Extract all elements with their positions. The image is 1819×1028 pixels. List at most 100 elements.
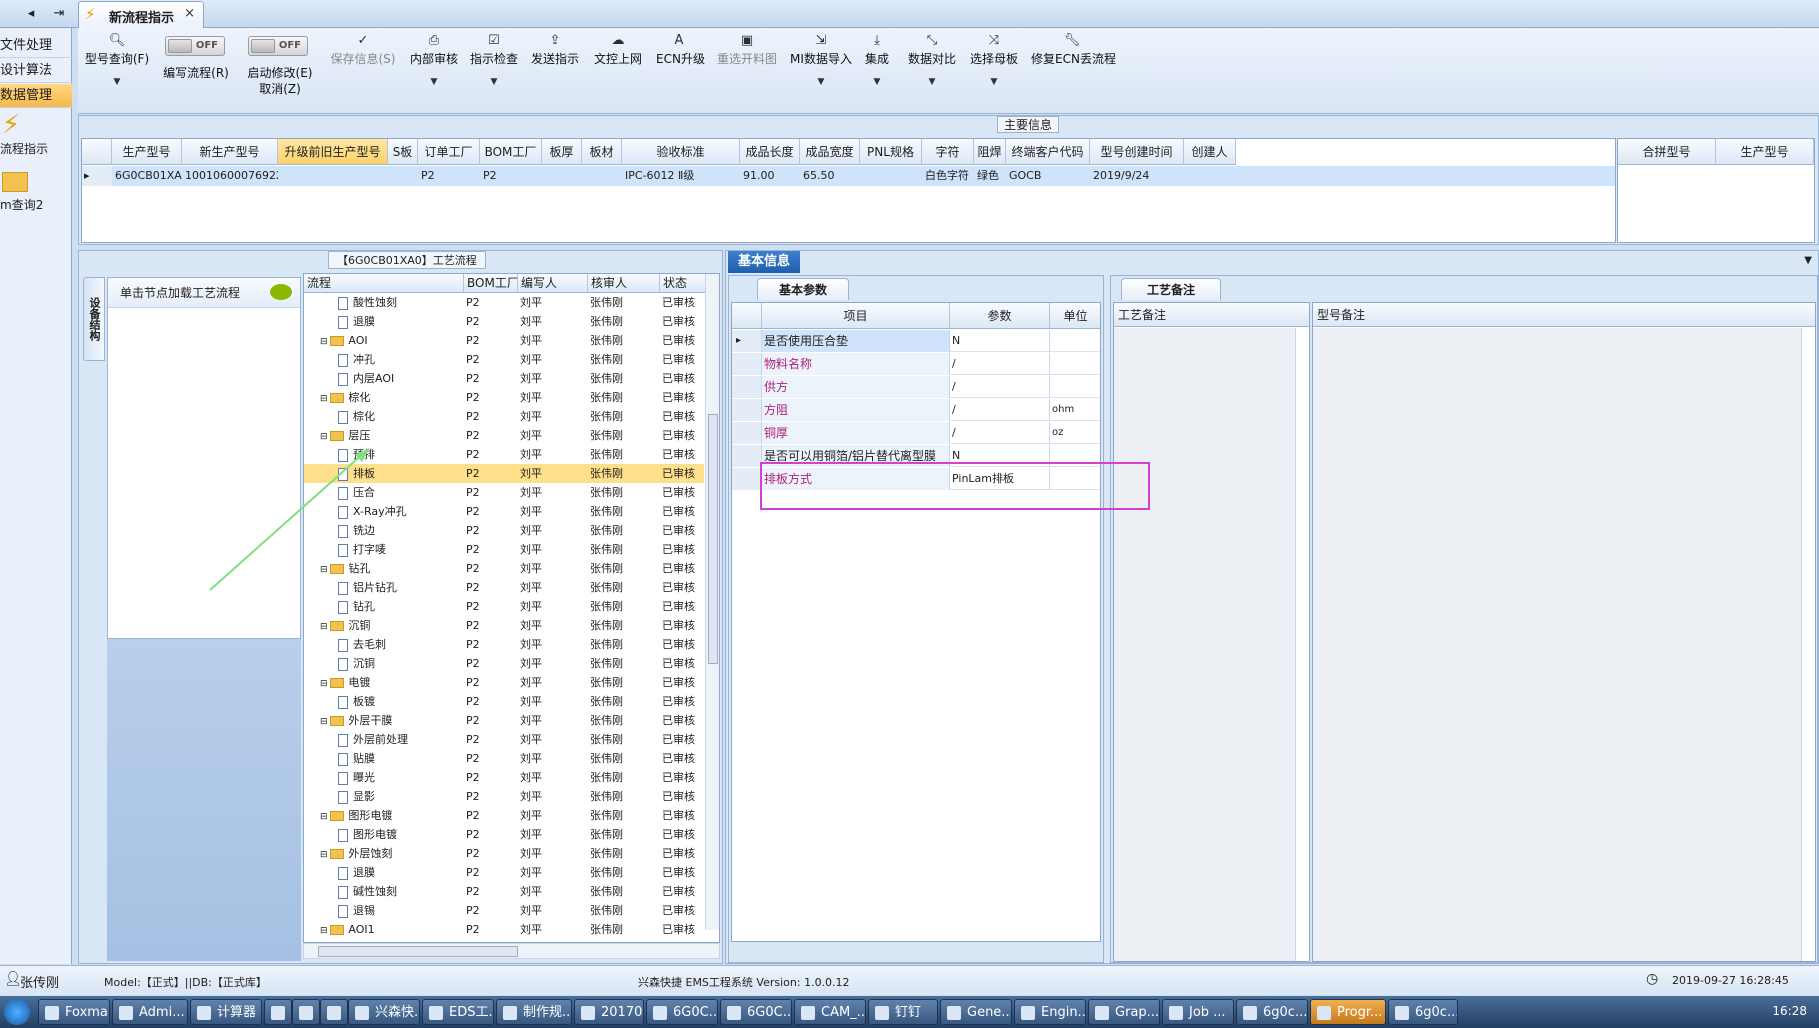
main-info-cell[interactable]: 白色字符 — [922, 166, 974, 186]
taskbar-app-button[interactable]: Admi... — [112, 999, 188, 1025]
param-value[interactable]: / — [950, 422, 1050, 444]
collapse-icon[interactable]: ⊟ — [320, 850, 330, 860]
tree-vertical-scrollbar[interactable] — [705, 274, 719, 930]
param-row[interactable]: 供方 / — [732, 376, 1100, 398]
taskbar-app-button[interactable]: 兴森快... — [348, 999, 420, 1025]
flow-tree-row[interactable]: 内层AOI P2 刘平 张伟刚 已审核 — [304, 369, 704, 388]
main-info-cell[interactable]: 2019/9/24 — [1090, 166, 1184, 186]
flow-tree-row[interactable]: 退膜 P2 刘平 张伟刚 已审核 — [304, 863, 704, 882]
param-row[interactable]: 方阻 / ohm — [732, 399, 1100, 421]
flow-tree-row[interactable]: 曝光 P2 刘平 张伟刚 已审核 — [304, 768, 704, 787]
main-info-header[interactable]: 新生产型号 — [182, 139, 278, 165]
main-info-header[interactable]: 创建人 — [1184, 139, 1236, 165]
main-info-header[interactable]: 生产型号 — [112, 139, 182, 165]
main-info-header[interactable]: PNL规格 — [860, 139, 922, 165]
close-tab-icon[interactable]: × — [184, 6, 195, 21]
main-info-cell[interactable]: GOCB — [1006, 166, 1090, 186]
basic-params-tab[interactable]: 基本参数 — [757, 278, 849, 300]
taskbar-app-button[interactable]: CAM_... — [794, 999, 866, 1025]
sidebar-item-file-processing[interactable]: 文件处理 — [0, 34, 72, 58]
main-info-header[interactable]: 型号创建时间 — [1090, 139, 1184, 165]
start-modify-toggle[interactable]: OFF — [248, 36, 308, 56]
model-query-button[interactable]: 🔍︎ 型号查询(F) ▼ — [82, 30, 152, 110]
collapse-icon[interactable]: ⊟ — [320, 394, 330, 404]
param-value[interactable]: / — [950, 376, 1050, 398]
collapse-icon[interactable]: ⊟ — [320, 812, 330, 822]
flow-tree-row[interactable]: 酸性蚀刻 P2 刘平 张伟刚 已审核 — [304, 293, 704, 312]
param-row[interactable]: 铜厚 / oz — [732, 422, 1100, 444]
data-compare-button[interactable]: ⤡ 数据对比 ▼ — [906, 30, 958, 110]
equipment-structure-tab[interactable]: 设备结构 — [83, 277, 105, 361]
taskbar-app-button[interactable]: EDS工... — [422, 999, 494, 1025]
flow-tree-row[interactable]: 外层前处理 P2 刘平 张伟刚 已审核 — [304, 730, 704, 749]
panel-dropdown-icon[interactable]: ▼ — [1804, 255, 1812, 266]
taskbar-app-button[interactable]: 计算器 — [190, 999, 262, 1025]
main-info-cell[interactable] — [1184, 166, 1236, 186]
main-info-cell[interactable] — [582, 166, 622, 186]
select-mother-board-button[interactable]: ⤨ 选择母板 ▼ — [968, 30, 1020, 110]
instruction-check-button[interactable]: ☑ 指示检查 ▼ — [468, 30, 520, 110]
remark-scrollbar[interactable] — [1801, 328, 1815, 961]
main-info-cell[interactable]: 65.50 — [800, 166, 860, 186]
taskbar-app-button[interactable]: Gene... — [940, 999, 1012, 1025]
param-value[interactable]: / — [950, 353, 1050, 375]
flow-tree-row[interactable]: 碱性蚀刻 P2 刘平 张伟刚 已审核 — [304, 882, 704, 901]
flow-tree-row[interactable]: 退膜 P2 刘平 张伟刚 已审核 — [304, 312, 704, 331]
fix-ecn-flow-button[interactable]: 🔧︎ 修复ECN丢流程 — [1031, 30, 1116, 110]
taskbar-app-button[interactable]: 6g0c... — [1388, 999, 1458, 1025]
flow-tree-row[interactable]: ⊟ 外层干膜 P2 刘平 张伟刚 已审核 — [304, 711, 704, 730]
flow-tree-row[interactable]: ⊟ AOI P2 刘平 张伟刚 已审核 — [304, 331, 704, 350]
taskbar-app-button[interactable] — [320, 999, 348, 1025]
sidebar-item-design-algorithm[interactable]: 设计算法 — [0, 59, 72, 83]
save-info-button[interactable]: ✓ 保存信息(S) — [328, 30, 398, 110]
main-info-header[interactable]: 字符 — [922, 139, 974, 165]
main-info-header[interactable]: 成品长度 — [740, 139, 800, 165]
document-tab[interactable]: ⚡ 新流程指示 × — [78, 1, 204, 28]
taskbar-app-button[interactable]: Grap... — [1088, 999, 1160, 1025]
flow-tree-row[interactable]: 棕化 P2 刘平 张伟刚 已审核 — [304, 407, 704, 426]
taskbar-app-button[interactable]: 制作规... — [496, 999, 572, 1025]
start-button[interactable] — [4, 999, 30, 1025]
main-info-cell[interactable]: IPC-6012 Ⅱ级 — [622, 166, 740, 186]
collapse-icon[interactable]: ⊟ — [320, 679, 330, 689]
flow-tree-row[interactable]: 去毛刺 P2 刘平 张伟刚 已审核 — [304, 635, 704, 654]
main-info-header[interactable]: 订单工厂 — [418, 139, 480, 165]
collapse-icon[interactable]: ⊟ — [320, 337, 330, 347]
main-info-header[interactable]: 板厚 — [542, 139, 582, 165]
flow-tree-row[interactable]: 板镀 P2 刘平 张伟刚 已审核 — [304, 692, 704, 711]
flow-tree-row[interactable]: ⊟ AOI1 P2 刘平 张伟刚 已审核 — [304, 920, 704, 939]
flow-tree-row[interactable]: ⊟ 外层蚀刻 P2 刘平 张伟刚 已审核 — [304, 844, 704, 863]
flow-tree-row[interactable]: 贴膜 P2 刘平 张伟刚 已审核 — [304, 749, 704, 768]
integrate-button[interactable]: ⤓ 集成 ▼ — [861, 30, 893, 110]
collapse-icon[interactable]: ⊟ — [320, 622, 330, 632]
send-instruction-button[interactable]: ⇪ 发送指示 — [529, 30, 581, 110]
param-value[interactable]: / — [950, 399, 1050, 421]
main-info-header[interactable]: 板材 — [582, 139, 622, 165]
taskbar-app-button[interactable]: 6g0c... — [1236, 999, 1308, 1025]
taskbar-app-button[interactable]: 钉钉 — [868, 999, 938, 1025]
edit-flow-toggle[interactable]: OFF — [165, 36, 225, 56]
collapse-icon[interactable]: ⊟ — [320, 717, 330, 727]
flow-tree-row[interactable]: 冲孔 P2 刘平 张伟刚 已审核 — [304, 350, 704, 369]
main-info-header[interactable]: 终端客户代码 — [1006, 139, 1090, 165]
flow-tree-row[interactable]: ⊟ 沉铜 P2 刘平 张伟刚 已审核 — [304, 616, 704, 635]
main-info-cell[interactable] — [542, 166, 582, 186]
flow-tree-row[interactable]: 图形电镀 P2 刘平 张伟刚 已审核 — [304, 825, 704, 844]
taskbar-app-button[interactable]: Job ... — [1162, 999, 1234, 1025]
main-info-cell[interactable]: 91.00 — [740, 166, 800, 186]
cancel-button[interactable]: 取消(Z) — [244, 80, 316, 100]
main-info-cell[interactable]: P2 — [480, 166, 542, 186]
query-launcher[interactable]: m查询2 — [0, 168, 72, 213]
internal-review-button[interactable]: ⎙ 内部审核 ▼ — [408, 30, 460, 110]
flow-tree-row[interactable]: ⊟ 电镀 P2 刘平 张伟刚 已审核 — [304, 673, 704, 692]
taskbar-app-button[interactable] — [292, 999, 320, 1025]
flow-tree-row[interactable]: 退锡 P2 刘平 张伟刚 已审核 — [304, 901, 704, 920]
main-info-header[interactable]: 成品宽度 — [800, 139, 860, 165]
main-info-cell[interactable] — [278, 166, 388, 186]
reselect-cut-button[interactable]: ▣ 重选开料图 — [714, 30, 780, 110]
basic-info-tab[interactable]: 基本信息 — [728, 251, 800, 273]
main-info-header[interactable]: 验收标准 — [622, 139, 740, 165]
taskbar-app-button[interactable]: 20170... — [574, 999, 644, 1025]
taskbar-app-button[interactable]: 6G0C... — [646, 999, 718, 1025]
main-info-cell[interactable] — [388, 166, 418, 186]
